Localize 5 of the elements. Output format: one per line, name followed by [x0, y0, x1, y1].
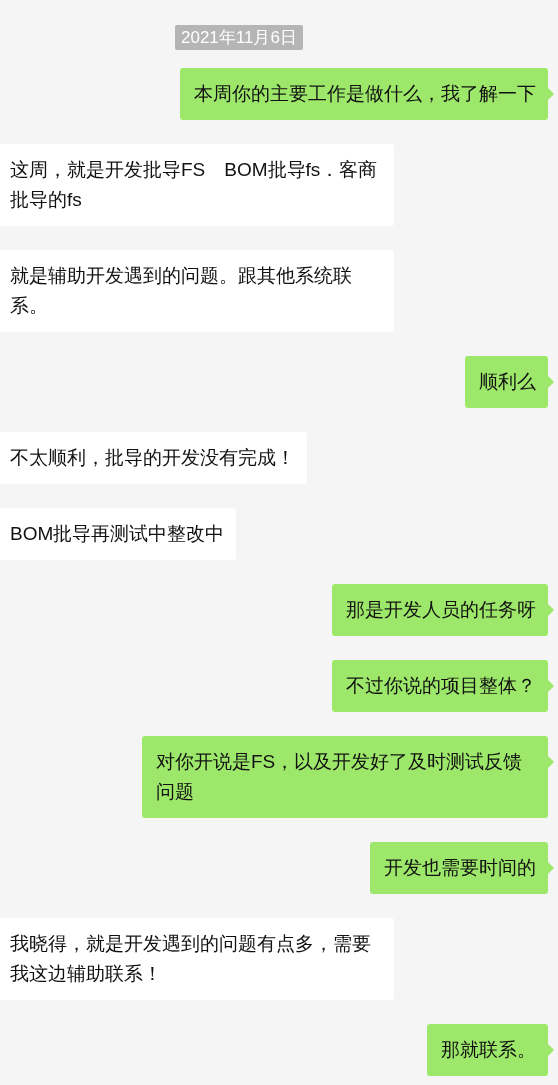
received-message-bubble: BOM批导再测试中整改中	[0, 508, 237, 560]
received-message-bubble: 就是辅助开发遇到的问题。跟其他系统联系。	[0, 250, 394, 332]
received-message-bubble: 这周，就是开发批导FS BOM批导fs．客商批导的fs	[0, 144, 394, 226]
received-message-bubble: 不太顺利，批导的开发没有完成！	[0, 432, 307, 484]
received-message-bubble: 我晓得，就是开发遇到的问题有点多，需要我这边辅助联系！	[0, 918, 394, 1000]
